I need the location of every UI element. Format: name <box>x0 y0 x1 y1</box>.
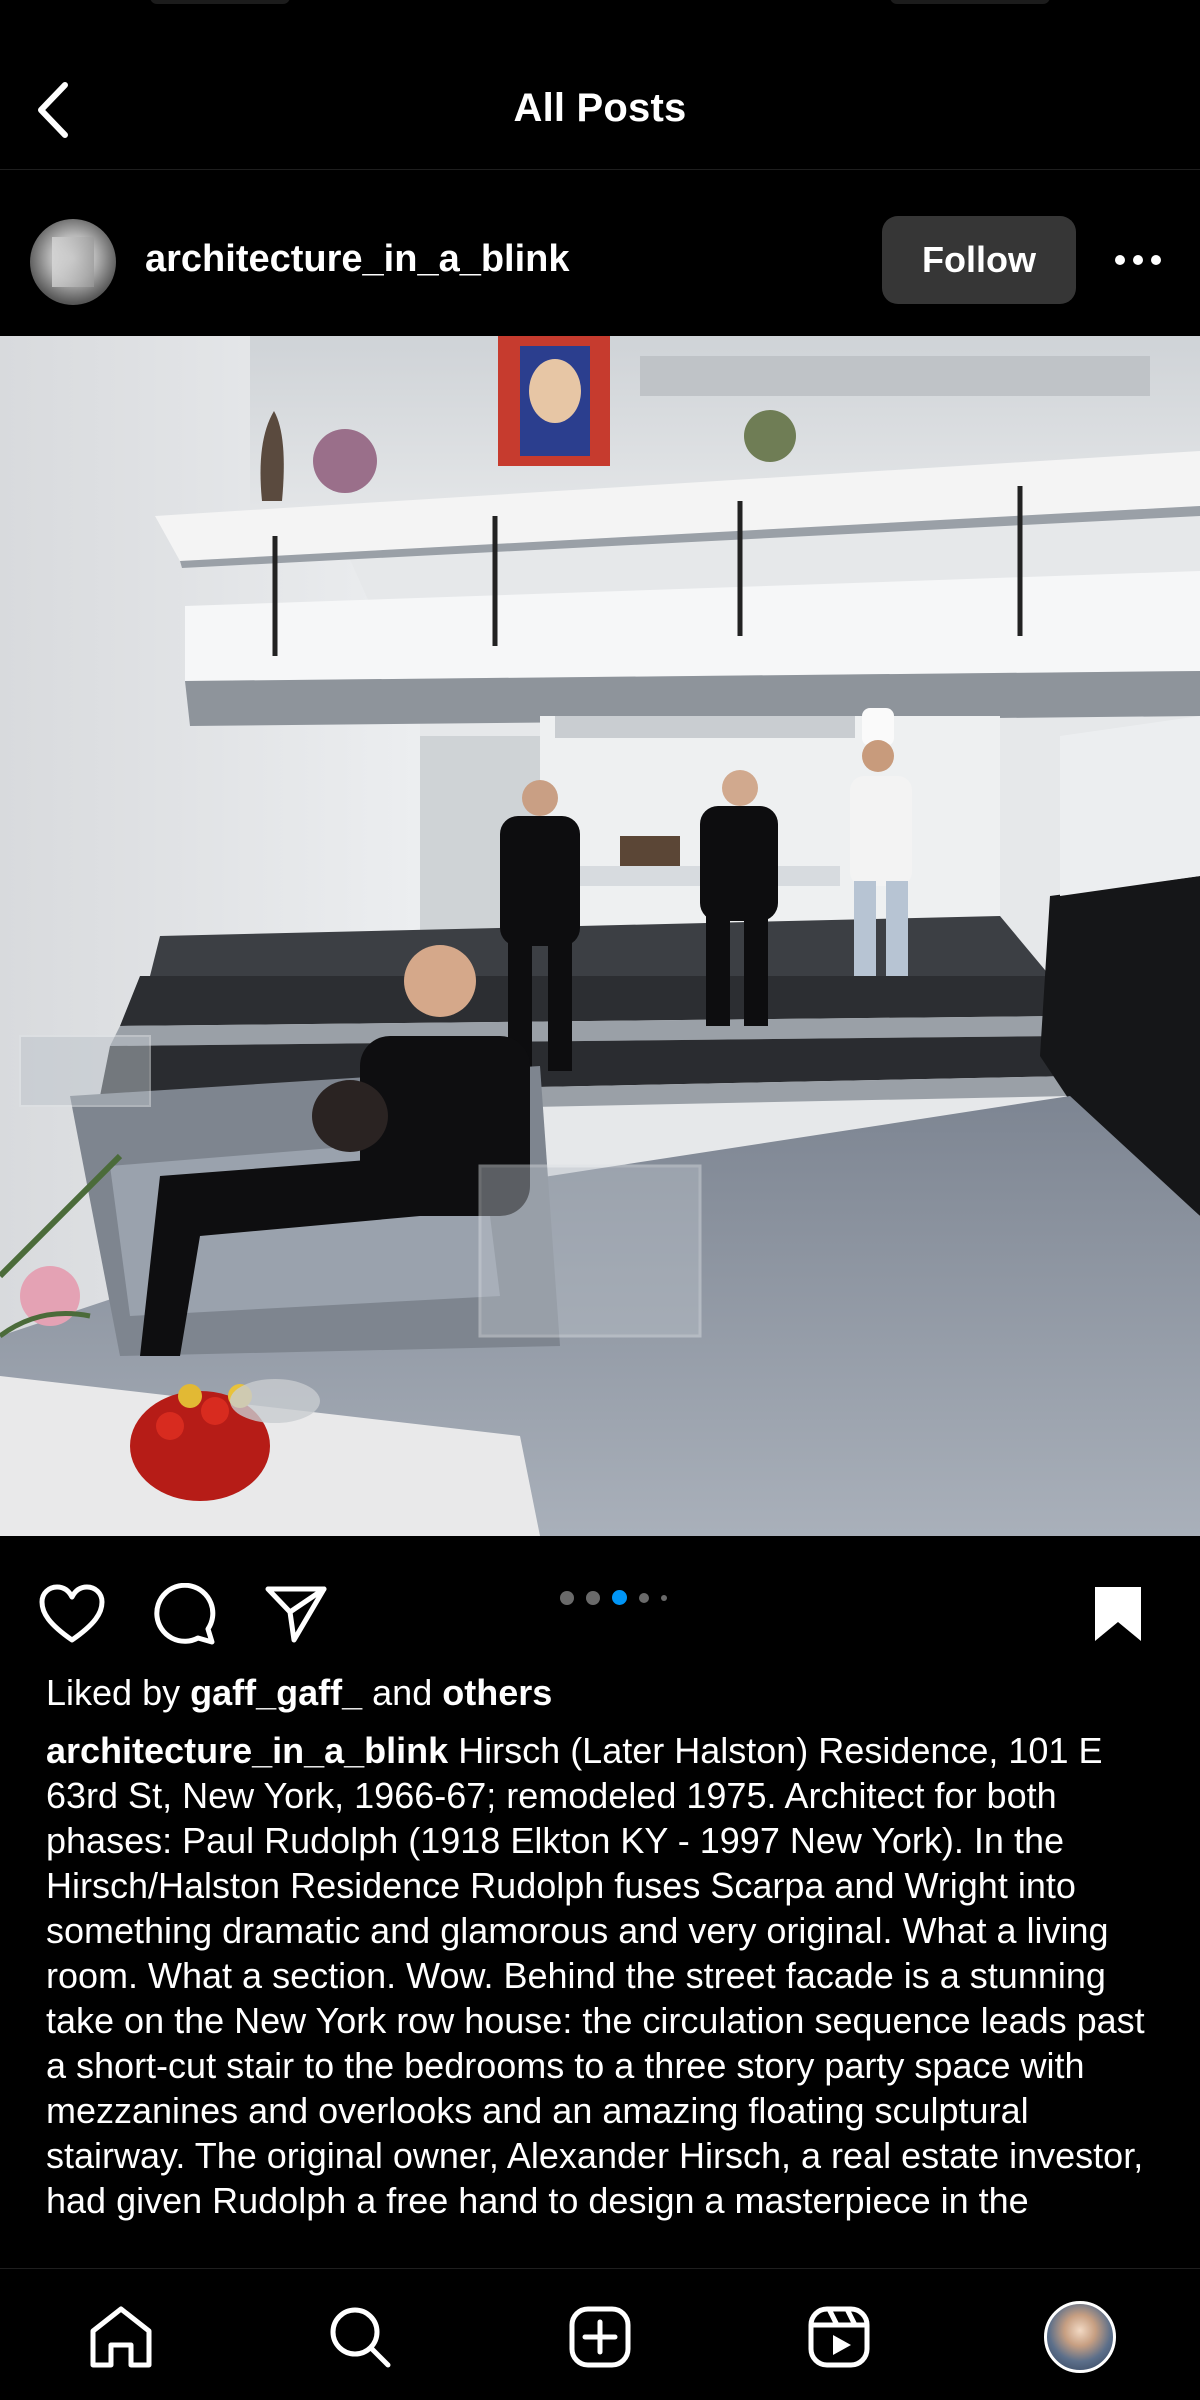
post-header: architecture_in_a_blink Follow <box>0 170 1200 336</box>
nav-reels[interactable] <box>799 2297 879 2377</box>
nav-search[interactable] <box>320 2297 400 2377</box>
reels-icon <box>808 2306 870 2368</box>
save-button[interactable] <box>1080 1576 1156 1652</box>
heart-icon <box>39 1584 105 1643</box>
carousel-dot-active <box>612 1590 627 1605</box>
author-avatar[interactable] <box>30 219 116 305</box>
carousel-dot <box>639 1592 649 1603</box>
ellipsis-icon <box>1115 255 1161 265</box>
app-root: All Posts architecture_in_a_blink Follow <box>0 0 1200 2400</box>
likes-prefix: Liked by <box>46 1672 181 1713</box>
caption-username[interactable]: architecture_in_a_blink <box>46 1730 448 1771</box>
author-username[interactable]: architecture_in_a_blink <box>145 238 570 281</box>
nav-create[interactable] <box>560 2297 640 2377</box>
caption-text: Hirsch (Later Halston) Residence, 101 E … <box>46 1730 1145 2221</box>
bottom-nav <box>0 2268 1200 2400</box>
search-icon <box>330 2307 391 2368</box>
likes-summary: Liked by gaff_gaff_ and others <box>46 1672 552 1714</box>
likes-others-link[interactable]: others <box>442 1672 552 1713</box>
carousel-indicator <box>560 1590 667 1605</box>
liked-by-user[interactable]: gaff_gaff_ <box>190 1672 362 1713</box>
post-caption: architecture_in_a_blink Hirsch (Later Ha… <box>46 1728 1166 2223</box>
post-photo[interactable] <box>0 336 1200 1536</box>
carousel-dot <box>586 1590 600 1605</box>
carousel-dot <box>661 1594 667 1601</box>
page-title: All Posts <box>513 86 687 130</box>
interior-photo-illustration <box>0 336 1200 1536</box>
nav-home[interactable] <box>81 2297 161 2377</box>
comment-icon <box>154 1583 216 1645</box>
follow-button[interactable]: Follow <box>882 216 1076 304</box>
plus-square-icon <box>569 2306 631 2368</box>
share-button[interactable] <box>258 1576 334 1652</box>
send-icon <box>265 1586 327 1643</box>
profile-avatar <box>1044 2301 1116 2373</box>
carousel-dot <box>560 1590 574 1605</box>
nav-profile[interactable] <box>1040 2297 1120 2377</box>
top-nav: All Posts <box>0 55 1200 170</box>
more-options-button[interactable] <box>1108 240 1168 280</box>
likes-mid: and <box>372 1672 433 1713</box>
home-icon <box>90 2306 152 2368</box>
like-button[interactable] <box>34 1576 110 1652</box>
bookmark-icon <box>1095 1587 1141 1641</box>
status-bar <box>0 0 1200 14</box>
comment-button[interactable] <box>146 1576 222 1652</box>
